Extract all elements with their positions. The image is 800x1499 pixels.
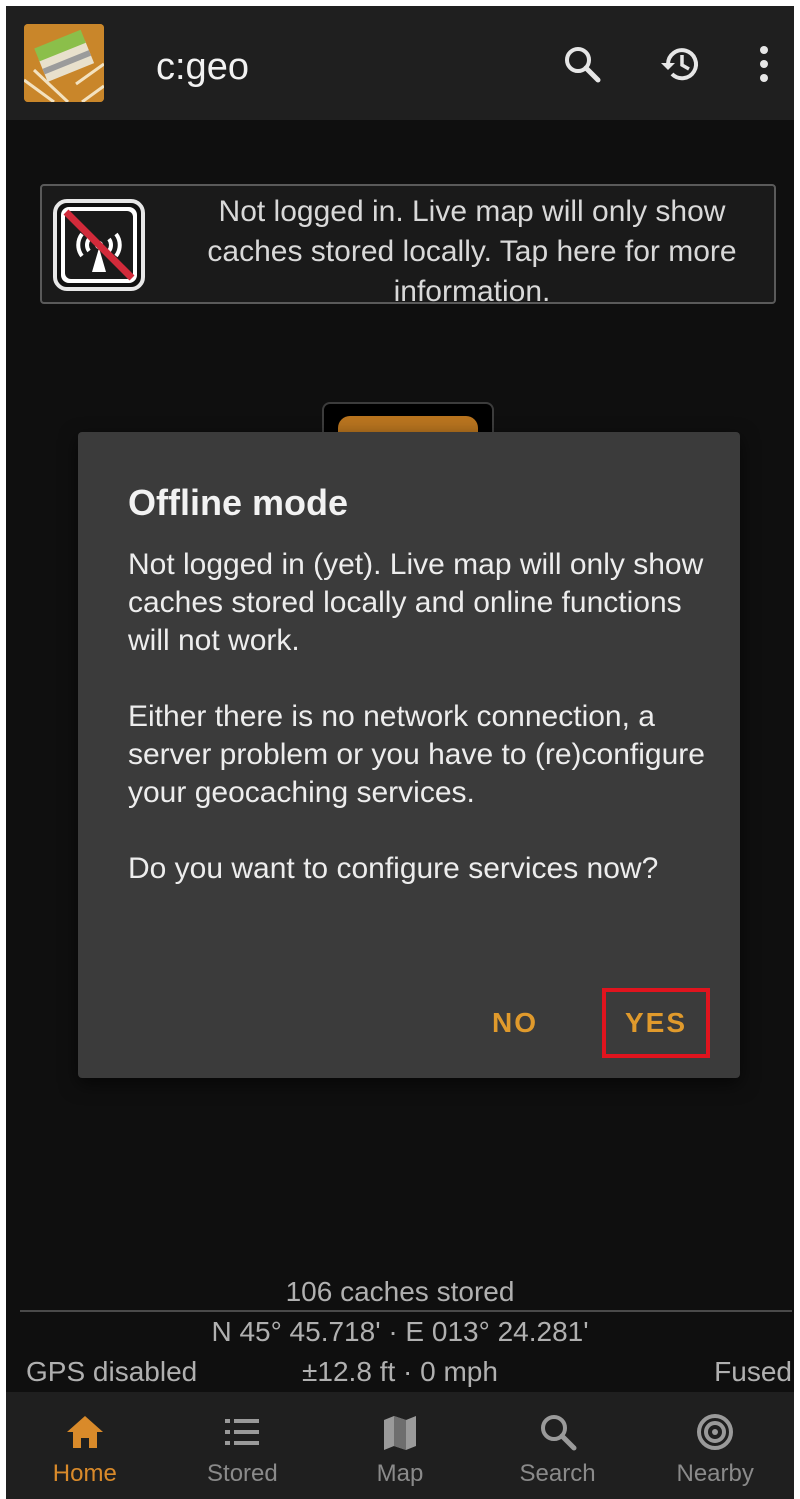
nav-nearby[interactable]: Nearby [636, 1392, 794, 1499]
app-logo[interactable] [24, 24, 104, 102]
banner-message: Not logged in. Live map will only show c… [207, 195, 737, 308]
nav-label: Search [519, 1460, 596, 1487]
no-signal-icon [52, 198, 146, 292]
dialog-title: Offline mode [128, 482, 349, 523]
location-status-row: ±12.8 ft · 0 mph GPS disabled Fused [6, 1356, 794, 1392]
dialog-paragraph: Not logged in (yet). Live map will only … [128, 548, 704, 657]
phone-screen: c:geo Not logged in. Live map will only … [6, 6, 794, 1499]
more-vert-icon[interactable] [740, 40, 788, 88]
dialog-message: Not logged in (yet). Live map will only … [128, 546, 718, 926]
app-bar: c:geo [6, 6, 794, 120]
yes-button[interactable]: YES [602, 988, 710, 1058]
caches-stored-count: 106 caches stored [285, 1276, 515, 1307]
bottom-navigation: Home Stored Map Search Nearby [6, 1392, 794, 1499]
nav-label: Home [52, 1460, 117, 1487]
no-button[interactable]: NO [476, 988, 554, 1058]
offline-info-banner[interactable]: Not logged in. Live map will only show c… [40, 184, 776, 308]
gps-status: GPS disabled [26, 1356, 198, 1387]
list-icon [220, 1410, 264, 1454]
nav-home[interactable]: Home [6, 1392, 164, 1499]
nav-map[interactable]: Map [321, 1392, 479, 1499]
nav-label: Nearby [676, 1460, 754, 1487]
dialog-paragraph: Either there is no network connection, a… [128, 700, 705, 809]
history-icon[interactable] [656, 40, 704, 88]
nav-label: Stored [207, 1460, 278, 1487]
offline-mode-dialog: Offline mode Not logged in (yet). Live m… [78, 432, 740, 1078]
nearby-icon [693, 1410, 737, 1454]
nav-search[interactable]: Search [479, 1392, 637, 1499]
current-coordinates: N 45° 45.718' · E 013° 24.281' [211, 1316, 589, 1347]
search-icon[interactable] [558, 40, 606, 88]
nav-label: Map [376, 1460, 424, 1487]
map-icon [378, 1410, 422, 1454]
home-icon [63, 1410, 107, 1454]
nav-stored[interactable]: Stored [164, 1392, 322, 1499]
dialog-paragraph: Do you want to configure services now? [128, 852, 659, 885]
status-divider [20, 1310, 792, 1312]
location-provider: Fused [714, 1356, 792, 1387]
app-title: c:geo [156, 46, 249, 88]
search-icon [536, 1410, 580, 1454]
